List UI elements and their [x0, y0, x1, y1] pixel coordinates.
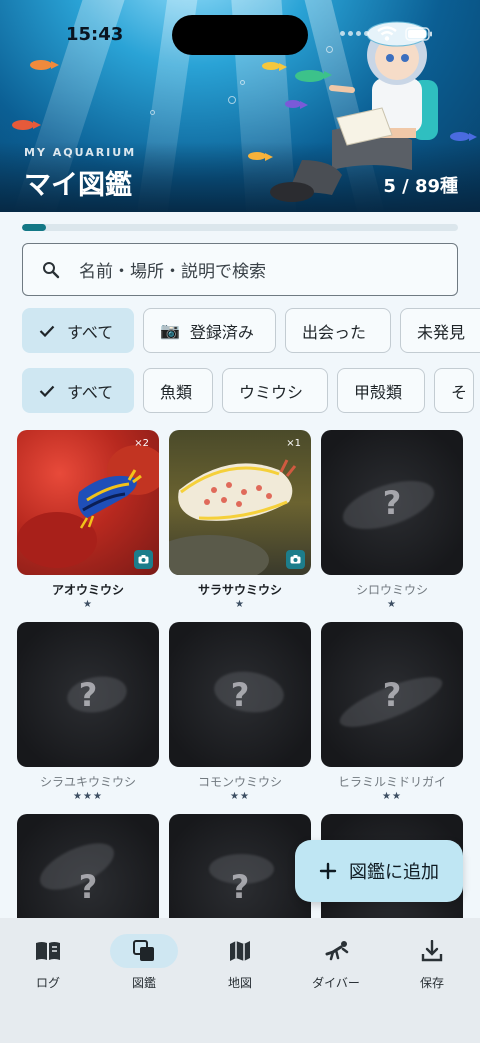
nav-item-collection[interactable]: 図鑑: [96, 918, 192, 1043]
unknown-mark: ?: [382, 483, 402, 522]
rarity-stars: ★★★: [73, 791, 103, 802]
nav-item-log[interactable]: ログ: [0, 918, 96, 1043]
rarity-stars: ★★: [382, 791, 402, 802]
species-name: シロウミウシ: [355, 583, 428, 597]
wifi-icon: [377, 26, 397, 41]
unknown-mark: ?: [78, 675, 98, 714]
collection-progress-bar: [22, 224, 458, 231]
battery-icon: [405, 26, 432, 41]
species-card[interactable]: ? コモンウミウシ ★★: [169, 622, 311, 802]
species-photo: ×2: [17, 430, 159, 575]
species-photo: ×1: [169, 430, 311, 575]
locked-species-silhouette: ?: [321, 430, 463, 575]
camera-badge-icon: [286, 550, 305, 569]
nav-item-save[interactable]: 保存: [384, 918, 480, 1043]
category-filter-row: すべて 魚類 ウミウシ 甲殻類 そ: [22, 368, 474, 413]
filter-chip-crustacean[interactable]: 甲殻類: [337, 368, 425, 413]
filter-chip-encountered[interactable]: 出会った: [285, 308, 391, 353]
chip-label: 出会った: [302, 322, 367, 342]
rarity-stars: ★: [83, 599, 93, 610]
filter-chip-undiscovered[interactable]: 未発見: [400, 308, 480, 353]
sighting-count: ×1: [286, 438, 301, 449]
chip-label: 登録済み: [189, 322, 254, 342]
chip-label: そ: [451, 382, 468, 402]
chip-label: 甲殻類: [354, 382, 403, 402]
species-count: 5 / 89種: [383, 176, 458, 197]
unknown-mark: ?: [382, 675, 402, 714]
camera-icon: 📷: [160, 321, 180, 340]
nav-item-map[interactable]: 地図: [192, 918, 288, 1043]
filter-chip-registered[interactable]: 📷 登録済み: [143, 308, 276, 353]
species-name: コモンウミウシ: [197, 775, 282, 789]
bottom-navigation: ログ 図鑑 地図 ダイバー 保存: [0, 918, 480, 1043]
diver-icon: [325, 941, 349, 961]
filter-chip-all-category[interactable]: すべて: [22, 368, 134, 413]
filter-chip-all-status[interactable]: すべて: [22, 308, 134, 353]
locked-species-silhouette: ?: [321, 622, 463, 767]
chip-label: 未発見: [417, 322, 466, 342]
unknown-mark: ?: [230, 675, 250, 714]
species-name: サラサウミウシ: [197, 583, 282, 597]
check-icon: [39, 385, 55, 397]
dynamic-island: [172, 15, 308, 55]
status-filter-row: すべて 📷 登録済み 出会った 未発見: [22, 308, 480, 353]
add-to-collection-button[interactable]: 図鑑に追加: [295, 840, 463, 902]
add-button-label: 図鑑に追加: [349, 862, 439, 883]
species-name: アオウミウシ: [51, 583, 124, 597]
plus-icon: [319, 862, 337, 880]
rarity-stars: ★: [235, 599, 245, 610]
nav-label: 図鑑: [131, 976, 156, 990]
camera-badge-icon: [134, 550, 153, 569]
rarity-stars: ★★: [230, 791, 250, 802]
progress-fill: [22, 224, 47, 231]
status-icons: [340, 26, 433, 41]
filter-chip-other[interactable]: そ: [434, 368, 474, 413]
chip-label: ウミウシ: [239, 382, 304, 402]
species-card[interactable]: ? ヒラミルミドリガイ ★★: [321, 622, 463, 802]
nav-label: 保存: [419, 976, 444, 990]
species-name: ヒラミルミドリガイ: [337, 775, 446, 789]
chip-label: すべて: [67, 322, 114, 342]
sighting-count: ×2: [134, 438, 149, 449]
nav-label: 地図: [227, 976, 252, 990]
nav-label: ログ: [35, 976, 60, 990]
fish-illustration: [12, 120, 41, 130]
chip-label: すべて: [67, 382, 114, 402]
download-icon: [421, 940, 443, 962]
search-placeholder: 名前・場所・説明で検索: [79, 262, 266, 282]
species-card[interactable]: ? シロウミウシ ★: [321, 430, 463, 610]
nav-label: ダイバー: [312, 976, 360, 990]
check-icon: [39, 325, 55, 337]
locked-species-silhouette: ?: [169, 622, 311, 767]
search-input[interactable]: 名前・場所・説明で検索: [22, 243, 458, 296]
species-card[interactable]: ? シラユキウミウシ ★★★: [17, 622, 159, 802]
collection-icon: [133, 940, 154, 961]
species-name: シラユキウミウシ: [39, 775, 136, 789]
species-card[interactable]: ×1 サラサウミウシ ★: [169, 430, 311, 610]
locked-species-silhouette: ?: [17, 622, 159, 767]
species-card[interactable]: ×2 アオウミウシ ★: [17, 430, 159, 610]
filter-chip-nudibranch[interactable]: ウミウシ: [222, 368, 328, 413]
page-title: マイ図鑑: [24, 170, 132, 201]
map-icon: [230, 941, 250, 961]
chip-label: 魚類: [160, 382, 193, 402]
signal-icon: [340, 31, 369, 36]
status-time: 15:43: [66, 24, 124, 45]
search-icon: [43, 261, 60, 278]
rarity-stars: ★: [387, 599, 397, 610]
header-label: MY AQUARIUM: [24, 146, 137, 159]
nav-item-diver[interactable]: ダイバー: [288, 918, 384, 1043]
book-icon: [36, 942, 60, 960]
fish-illustration: [30, 60, 59, 70]
filter-chip-fish[interactable]: 魚類: [143, 368, 213, 413]
